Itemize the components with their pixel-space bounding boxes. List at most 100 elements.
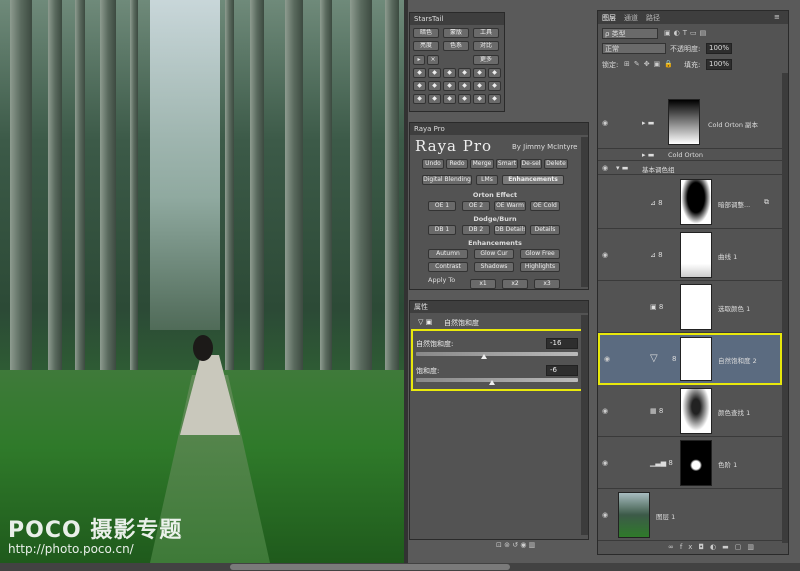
- layer-row[interactable]: ◉ ▁▃▅ 8 色阶 1: [598, 437, 782, 489]
- filter-icons[interactable]: ▣◐T▭▤: [664, 29, 709, 37]
- folder-icon[interactable]: ▬: [722, 543, 735, 551]
- saturation-slider-knob[interactable]: [489, 380, 496, 385]
- layer-filter-select[interactable]: ρ 类型: [602, 28, 658, 39]
- preset-icon[interactable]: ◆: [443, 68, 456, 78]
- layer-row-selected[interactable]: ◉ ▽ 8 自然饱和度 2: [598, 333, 782, 385]
- eye-icon[interactable]: ◉: [602, 251, 608, 259]
- oe-warm-button[interactable]: OE Warm: [494, 201, 526, 211]
- visibility-icon[interactable]: ◉: [520, 541, 526, 549]
- merge-button[interactable]: Merge: [470, 159, 494, 169]
- eye-icon[interactable]: ◉: [602, 164, 608, 172]
- db1-button[interactable]: DB 1: [428, 225, 456, 235]
- view-previous-icon[interactable]: ⊚: [504, 541, 510, 549]
- panel-menu-icon[interactable]: ≡: [774, 13, 780, 21]
- blend-mode-select[interactable]: 正常: [602, 43, 666, 54]
- preset-icon[interactable]: ◆: [413, 94, 426, 104]
- preset-icon[interactable]: ◆: [443, 81, 456, 91]
- starstail-btn[interactable]: 工具: [473, 28, 499, 38]
- db2-button[interactable]: DB 2: [462, 225, 490, 235]
- highlights-button[interactable]: Highlights: [520, 262, 560, 272]
- panel-divider[interactable]: [404, 0, 408, 563]
- layer-row[interactable]: ◉ 图层 1: [598, 489, 782, 541]
- group-folder-icon[interactable]: ▸ ▬: [642, 151, 654, 159]
- group-folder-icon[interactable]: ▾ ▬: [616, 164, 628, 172]
- vibrance-field[interactable]: -16: [546, 338, 578, 349]
- starstail-btn[interactable]: 对比: [473, 41, 499, 51]
- vibrance-slider[interactable]: [416, 352, 578, 356]
- close-icon[interactable]: ×: [427, 55, 439, 65]
- preset-icon[interactable]: ◆: [458, 68, 471, 78]
- expand-arrow-icon[interactable]: ▸ ▬: [642, 119, 654, 127]
- starstail-btn[interactable]: 蒙版: [443, 28, 469, 38]
- link-icon[interactable]: ∞: [668, 543, 680, 551]
- shadows-button[interactable]: Shadows: [474, 262, 514, 272]
- saturation-field[interactable]: -6: [546, 365, 578, 376]
- play-icon[interactable]: ▸: [413, 55, 425, 65]
- preset-icon[interactable]: ◆: [473, 94, 486, 104]
- undo-button[interactable]: Undo: [422, 159, 444, 169]
- layer-row[interactable]: ◉ ⊿ 8 曲线 1: [598, 229, 782, 281]
- starstail-btn[interactable]: 暗色: [413, 28, 439, 38]
- eye-icon[interactable]: ◉: [602, 511, 608, 519]
- preset-icon[interactable]: ◆: [473, 81, 486, 91]
- mask-icon[interactable]: ◘: [698, 543, 710, 551]
- eye-icon[interactable]: ◉: [602, 407, 608, 415]
- preset-icon[interactable]: ◆: [428, 68, 441, 78]
- trash-icon[interactable]: ▥: [529, 541, 536, 549]
- details-button[interactable]: Details: [530, 225, 560, 235]
- tab-enhancements[interactable]: Enhancements: [502, 175, 564, 185]
- layer-row[interactable]: ◉ ▦ 8 颜色查找 1: [598, 385, 782, 437]
- preset-icon[interactable]: ◆: [473, 68, 486, 78]
- glow-cur-button[interactable]: Glow Cur: [474, 249, 514, 259]
- smart-button[interactable]: Smart: [496, 159, 518, 169]
- tab-digital-blending[interactable]: Digital Blending: [422, 175, 472, 185]
- starstail-more-button[interactable]: 更多: [473, 55, 499, 65]
- oe2-button[interactable]: OE 2: [462, 201, 490, 211]
- tab-layers[interactable]: 图层: [602, 13, 616, 23]
- oe1-button[interactable]: OE 1: [428, 201, 456, 211]
- preset-icon[interactable]: ◆: [443, 94, 456, 104]
- redo-button[interactable]: Redo: [446, 159, 468, 169]
- preset-icon[interactable]: ◆: [458, 81, 471, 91]
- preset-icon[interactable]: ◆: [413, 68, 426, 78]
- apply-x3-button[interactable]: x3: [534, 279, 560, 289]
- layer-row[interactable]: ▣ 8 选取颜色 1: [598, 281, 782, 333]
- layer-row[interactable]: ▸ ▬ Cold Orton: [598, 149, 782, 161]
- eye-icon[interactable]: ◉: [602, 119, 608, 127]
- starstail-btn[interactable]: 色系: [443, 41, 469, 51]
- autumn-button[interactable]: Autumn: [428, 249, 468, 259]
- image-canvas[interactable]: POCO 摄影专题 http://photo.poco.cn/: [0, 0, 404, 563]
- oe-cold-button[interactable]: OE Cold: [530, 201, 560, 211]
- horizontal-scrollbar[interactable]: [0, 563, 800, 571]
- contrast-button[interactable]: Contrast: [428, 262, 468, 272]
- starstail-btn[interactable]: 亮度: [413, 41, 439, 51]
- tab-lms[interactable]: LMs: [476, 175, 498, 185]
- scrollbar-thumb[interactable]: [230, 564, 510, 570]
- eye-icon[interactable]: ◉: [602, 459, 608, 467]
- apply-x1-button[interactable]: x1: [470, 279, 496, 289]
- delete-button[interactable]: Delete: [544, 159, 568, 169]
- layers-scrollbar[interactable]: [782, 73, 788, 543]
- desel-button[interactable]: De-sel: [520, 159, 542, 169]
- layer-row[interactable]: ◉ ▸ ▬ Cold Orton 副本: [598, 95, 782, 149]
- preset-icon[interactable]: ◆: [413, 81, 426, 91]
- adjustment-icon[interactable]: ◐: [710, 543, 722, 551]
- tab-paths[interactable]: 路径: [646, 13, 660, 23]
- trash-icon[interactable]: ▥: [747, 543, 760, 551]
- reset-icon[interactable]: ↺: [512, 541, 518, 549]
- lock-icons[interactable]: ⊞✎✥▣🔒: [624, 60, 677, 68]
- preset-icon[interactable]: ◆: [488, 68, 501, 78]
- fx-icon[interactable]: fx: [680, 543, 699, 551]
- glow-free-button[interactable]: Glow Free: [520, 249, 560, 259]
- tab-channels[interactable]: 通道: [624, 13, 638, 23]
- saturation-slider[interactable]: [416, 378, 578, 382]
- preset-icon[interactable]: ◆: [428, 94, 441, 104]
- preset-icon[interactable]: ◆: [428, 81, 441, 91]
- preset-icon[interactable]: ◆: [488, 94, 501, 104]
- opacity-field[interactable]: 100%: [706, 43, 732, 54]
- new-layer-icon[interactable]: ▢: [735, 543, 748, 551]
- preset-icon[interactable]: ◆: [458, 94, 471, 104]
- db-details-button[interactable]: DB Details: [494, 225, 526, 235]
- eye-icon[interactable]: ◉: [604, 355, 610, 363]
- vibrance-slider-knob[interactable]: [481, 354, 488, 359]
